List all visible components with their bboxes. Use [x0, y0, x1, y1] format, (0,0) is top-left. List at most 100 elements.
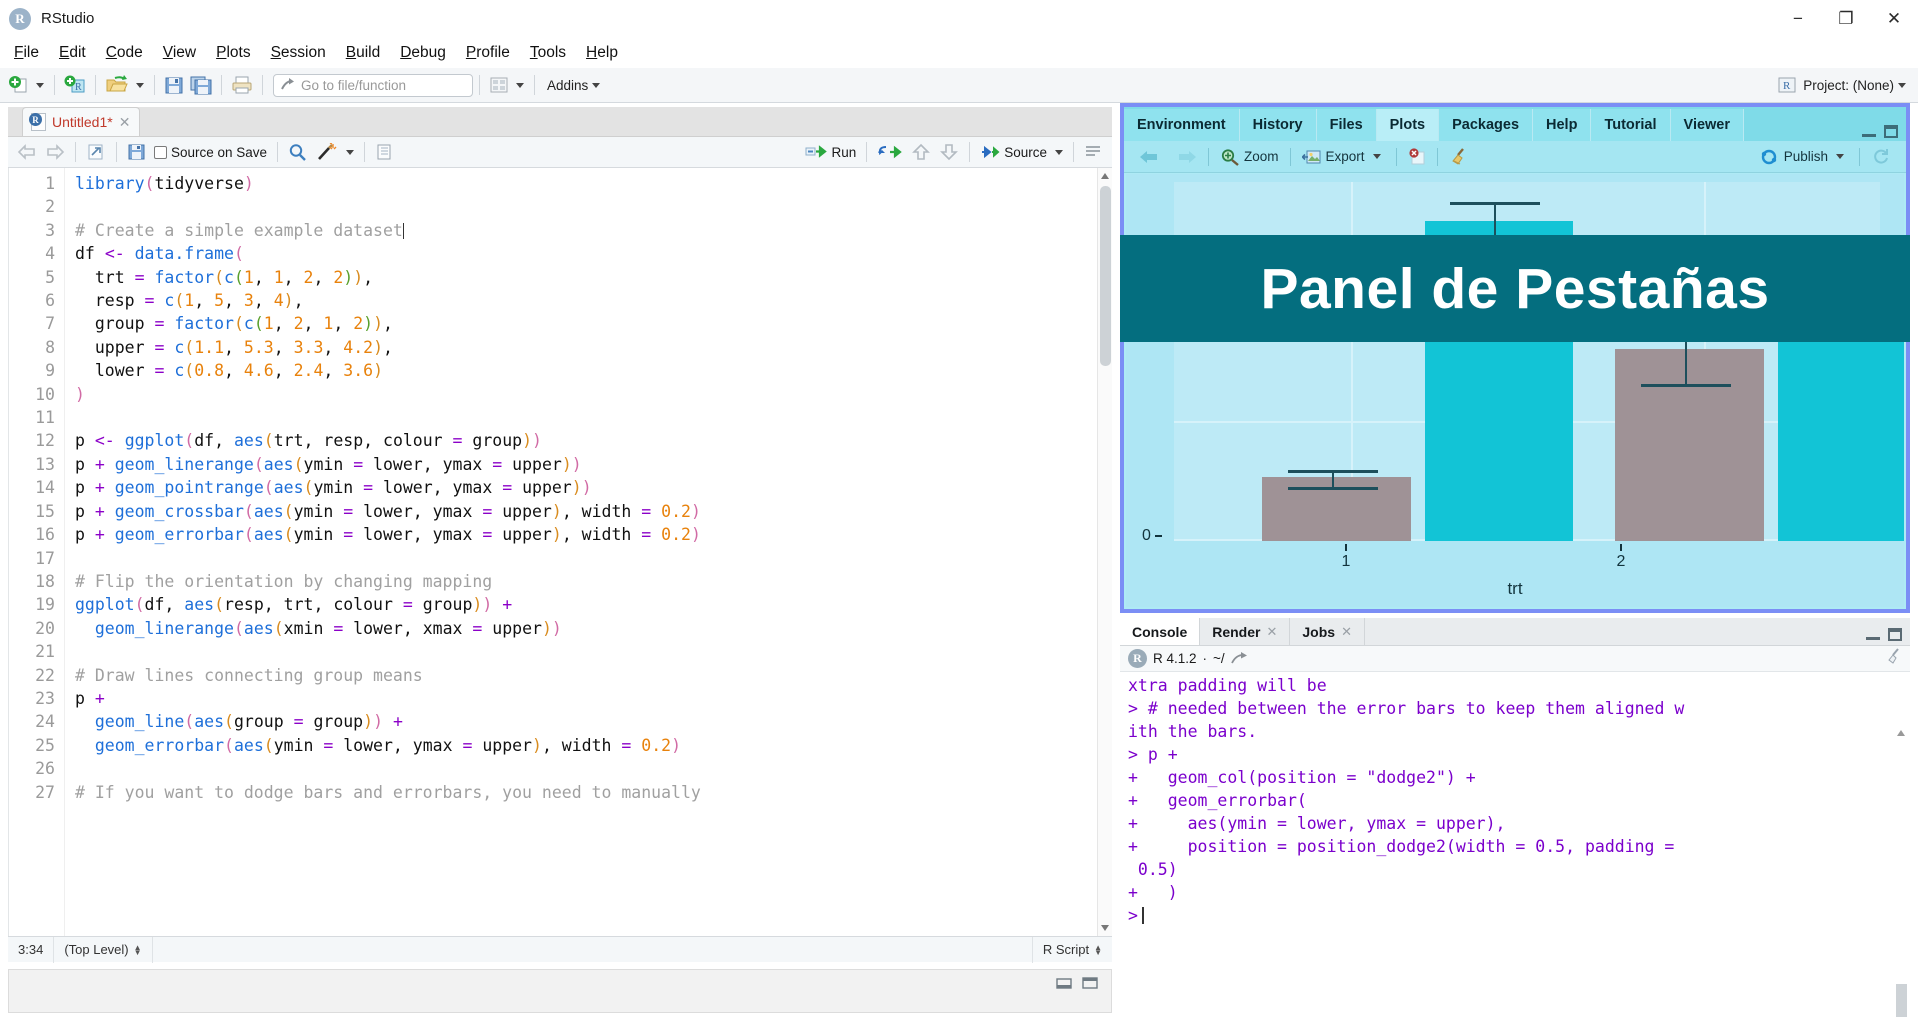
working-directory-label[interactable]: ~/	[1213, 651, 1225, 666]
project-selector[interactable]: R Project: (None)	[1777, 76, 1910, 94]
export-dropdown-caret[interactable]	[1372, 154, 1381, 159]
menu-plots[interactable]: Plots	[206, 41, 260, 65]
code-text-area[interactable]: library(tidyverse) # Create a simple exa…	[65, 168, 1112, 936]
editor-vertical-scrollbar[interactable]	[1097, 168, 1112, 936]
save-button[interactable]	[161, 71, 187, 99]
editor-back-button[interactable]	[13, 140, 41, 164]
tab-console[interactable]: Console	[1120, 618, 1201, 645]
scope-selector[interactable]: (Top Level) ▲ ▼	[54, 936, 153, 963]
menu-edit[interactable]: Edit	[49, 41, 96, 65]
open-in-window-icon[interactable]	[1230, 651, 1248, 666]
tab-environment[interactable]: Environment	[1124, 109, 1240, 141]
plot-export-button[interactable]: Export	[1295, 144, 1392, 170]
scroll-down-icon[interactable]	[1101, 925, 1109, 931]
open-file-button[interactable]	[102, 71, 132, 99]
maximize-window-button[interactable]: ❐	[1822, 0, 1870, 38]
scroll-up-icon[interactable]	[1101, 173, 1109, 179]
tab-plots[interactable]: Plots	[1376, 109, 1440, 141]
maximize-pane-icon[interactable]	[1081, 975, 1101, 991]
source-next-chunk-button[interactable]	[935, 140, 963, 164]
source-button[interactable]: Source	[976, 140, 1051, 164]
code-editor[interactable]: 1 2 3 4 5 6 7 8 9 10 11 12 13 14 15 16 17 18 19 20 21 22 23 24 2…	[8, 168, 1112, 936]
save-all-button[interactable]	[187, 71, 215, 99]
menu-file[interactable]: File	[4, 41, 49, 65]
new-project-button[interactable]: R	[61, 71, 89, 99]
workspace-panes-button[interactable]	[486, 71, 512, 99]
show-in-new-window-button[interactable]	[82, 140, 110, 164]
plot-zoom-button[interactable]: Zoom	[1213, 144, 1286, 170]
scrollbar-thumb[interactable]	[1896, 984, 1907, 1017]
run-button[interactable]: Run	[801, 140, 860, 164]
console-line: >	[1128, 904, 1902, 927]
compile-report-button[interactable]	[371, 140, 397, 164]
source-dropdown-caret[interactable]	[1055, 149, 1063, 155]
tab-files[interactable]: Files	[1316, 109, 1377, 141]
close-window-button[interactable]: ✕	[1870, 0, 1918, 38]
menu-profile[interactable]: Profile	[456, 41, 520, 65]
tab-packages[interactable]: Packages	[1439, 109, 1534, 141]
publish-button[interactable]: Publish	[1753, 144, 1855, 170]
publish-dropdown-caret[interactable]	[1836, 154, 1844, 159]
tab-tutorial[interactable]: Tutorial	[1591, 109, 1671, 141]
code-token: (	[233, 618, 244, 638]
plot-forward-button[interactable]	[1168, 144, 1204, 170]
tab-render[interactable]: Render ✕	[1200, 618, 1291, 645]
console-output[interactable]: xtra padding will be > # needed between t…	[1120, 672, 1910, 1017]
scrollbar-thumb[interactable]	[1100, 186, 1111, 366]
tab-history[interactable]: History	[1239, 109, 1317, 141]
file-type-selector[interactable]: R Script ▲ ▼	[1031, 936, 1112, 963]
source-prev-chunk-button[interactable]	[907, 140, 935, 164]
code-token: ,	[224, 361, 244, 381]
goto-file-function-input[interactable]: Go to file/function	[273, 73, 473, 97]
maximize-pane-icon[interactable]	[1884, 125, 1898, 138]
menu-session[interactable]: Session	[261, 41, 336, 65]
project-dropdown-caret[interactable]	[1898, 82, 1906, 88]
tab-jobs[interactable]: Jobs ✕	[1290, 618, 1365, 645]
addins-button[interactable]: Addins	[547, 78, 588, 93]
minimize-pane-icon[interactable]	[1862, 125, 1876, 137]
minimize-window-button[interactable]: −	[1774, 0, 1822, 38]
menu-view[interactable]: View	[153, 41, 206, 65]
menu-help[interactable]: Help	[576, 41, 628, 65]
clear-all-plots-button[interactable]	[1442, 144, 1476, 170]
close-icon[interactable]: ✕	[119, 114, 131, 131]
code-tools-button[interactable]	[312, 140, 342, 164]
source-on-save-checkbox[interactable]: Source on Save	[150, 140, 271, 164]
open-file-dropdown-caret[interactable]	[136, 82, 144, 88]
editor-forward-button[interactable]	[41, 140, 69, 164]
source-tab-label: Untitled1*	[52, 114, 113, 130]
source-tab-untitled1[interactable]: Untitled1* ✕	[22, 107, 141, 136]
document-outline-button[interactable]	[1080, 140, 1106, 164]
panes-dropdown-caret[interactable]	[516, 82, 524, 88]
print-button[interactable]	[228, 71, 256, 99]
maximize-pane-icon[interactable]	[1888, 628, 1902, 641]
code-tools-dropdown-caret[interactable]	[346, 149, 355, 155]
plot-back-button[interactable]	[1132, 144, 1168, 170]
toolbar-separator	[866, 142, 868, 162]
find-replace-button[interactable]	[284, 140, 312, 164]
menu-code[interactable]: Code	[96, 41, 153, 65]
addins-dropdown-caret[interactable]	[592, 82, 601, 88]
new-file-dropdown-caret[interactable]	[36, 82, 44, 88]
menu-build[interactable]: Build	[336, 41, 390, 65]
minimize-pane-icon[interactable]	[1866, 628, 1880, 640]
menu-tools[interactable]: Tools	[520, 41, 576, 65]
close-icon[interactable]: ✕	[1266, 624, 1277, 640]
tab-help[interactable]: Help	[1533, 109, 1592, 141]
tab-viewer[interactable]: Viewer	[1670, 109, 1745, 141]
refresh-plot-button[interactable]	[1864, 144, 1898, 170]
new-file-button[interactable]	[6, 71, 32, 99]
clear-console-button[interactable]	[1884, 648, 1902, 669]
editor-save-button[interactable]	[123, 140, 150, 164]
remove-plot-button[interactable]	[1401, 144, 1433, 170]
overlay-banner: Panel de Pestañas	[1120, 235, 1910, 342]
close-icon[interactable]: ✕	[1341, 624, 1352, 640]
scroll-up-icon[interactable]	[1897, 730, 1905, 736]
minimize-pane-icon[interactable]	[1055, 975, 1075, 991]
code-token: )	[532, 735, 542, 755]
menu-debug[interactable]: Debug	[390, 41, 456, 65]
console-scrollbar[interactable]	[1895, 728, 1908, 1017]
rerun-button[interactable]	[873, 140, 907, 164]
code-line: library(tidyverse)	[75, 172, 1112, 195]
